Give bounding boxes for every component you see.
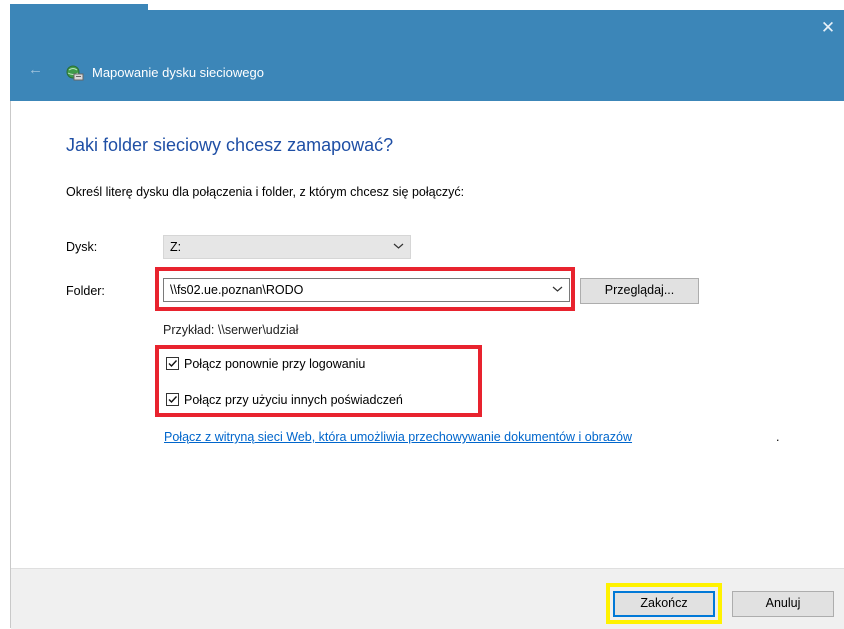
- instruction-text: Określ literę dysku dla połączenia i fol…: [66, 185, 465, 199]
- web-storage-link[interactable]: Połącz z witryną sieci Web, która umożli…: [164, 428, 632, 446]
- checkboxes-highlight-box: [155, 345, 482, 417]
- link-period: .: [776, 430, 780, 444]
- window-border: [10, 101, 11, 628]
- back-arrow-icon[interactable]: ←: [28, 62, 43, 78]
- browse-button[interactable]: Przeglądaj...: [580, 278, 699, 304]
- network-drive-icon: [64, 65, 84, 81]
- chevron-down-icon: [393, 236, 404, 258]
- window-title: Mapowanie dysku sieciowego: [92, 65, 264, 80]
- title-bar: ✕ ← Mapowanie dysku sieciowego: [10, 10, 844, 101]
- finish-button[interactable]: Zakończ: [613, 591, 715, 617]
- page-title: Jaki folder sieciowy chcesz zamapować?: [66, 135, 394, 155]
- example-text: Przykład: \\serwer\udział: [163, 323, 299, 337]
- top-strip: [0, 0, 844, 10]
- close-icon[interactable]: ✕: [818, 18, 838, 38]
- folder-highlight-box: [155, 267, 575, 311]
- drive-label: Dysk:: [66, 240, 98, 254]
- drive-select[interactable]: Z:: [163, 235, 411, 259]
- folder-label: Folder:: [66, 284, 105, 298]
- drive-value: Z:: [170, 240, 182, 254]
- cancel-button[interactable]: Anuluj: [732, 591, 834, 617]
